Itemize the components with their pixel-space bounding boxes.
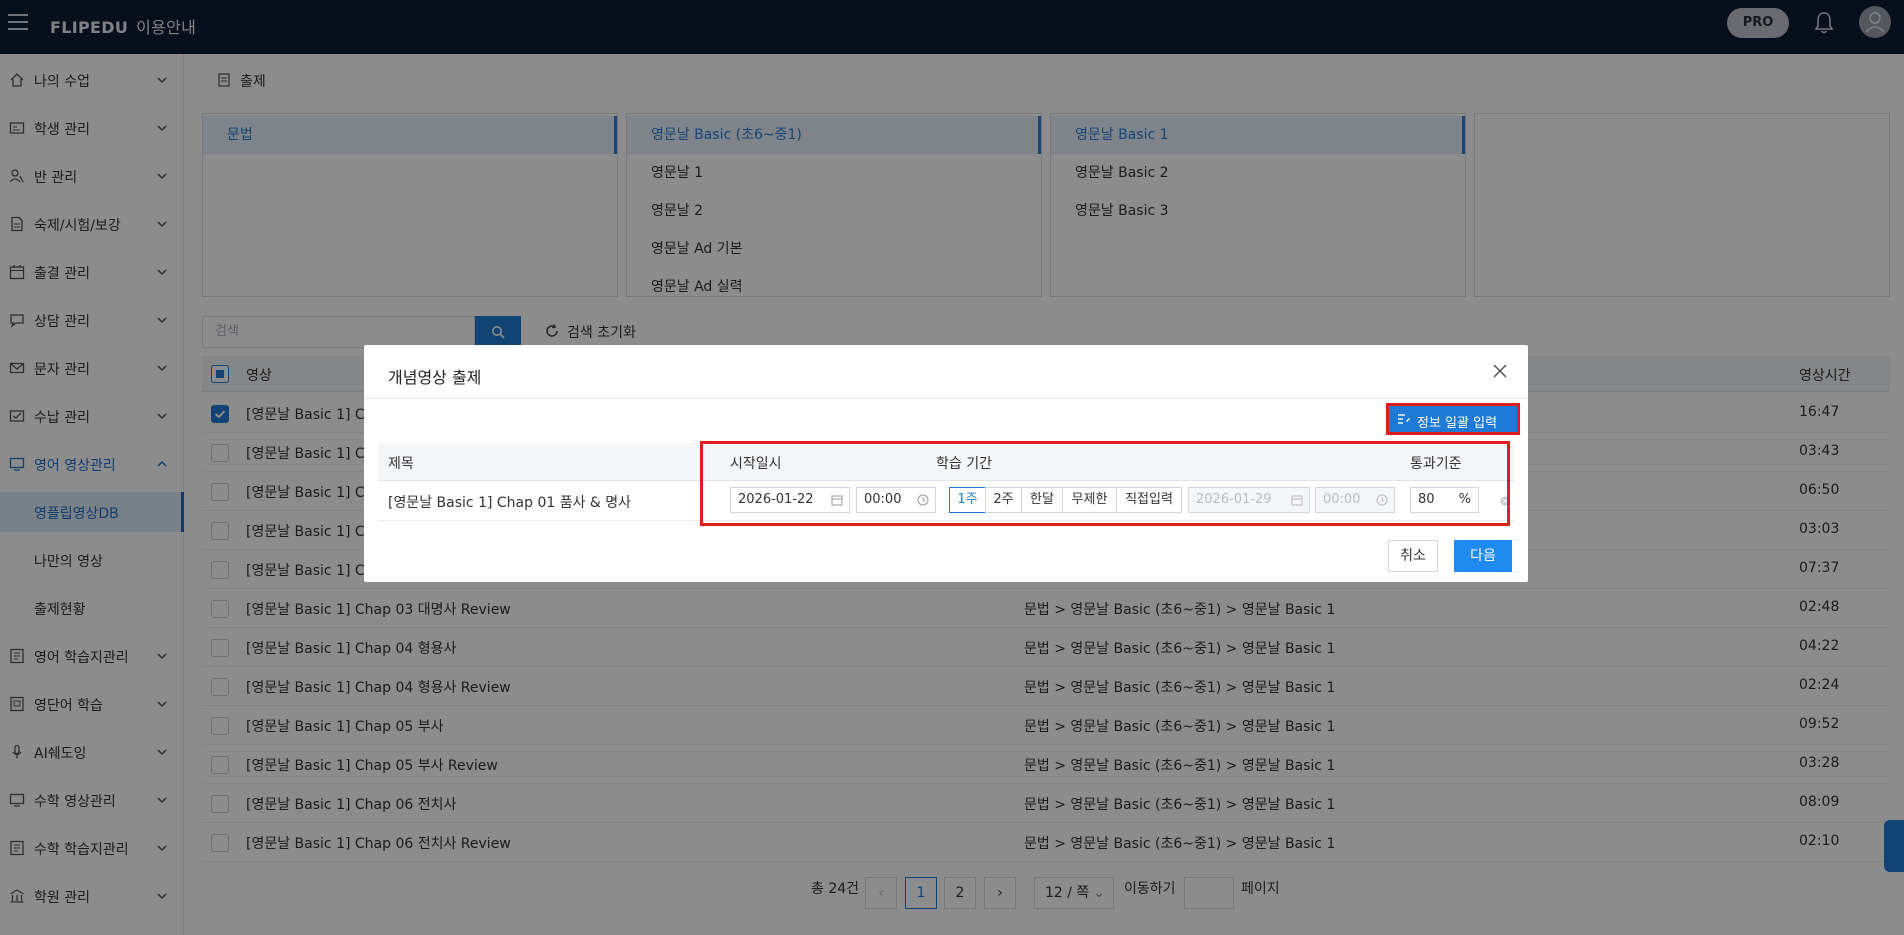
bulk-input-label: 정보 일괄 입력 — [1417, 416, 1498, 431]
divider — [364, 398, 1528, 399]
highlight-box — [700, 441, 1510, 526]
assign-video-modal: 개념영상 출제 정보 일괄 입력 제목 시작일시 학습 기간 통과기준 [영문날… — [364, 345, 1528, 582]
modal-title: 개념영상 출제 — [388, 368, 482, 387]
row-title: [영문날 Basic 1] Chap 01 품사 & 명사 — [388, 495, 632, 511]
cancel-button[interactable]: 취소 — [1388, 540, 1438, 572]
list-edit-icon — [1398, 414, 1410, 424]
close-icon[interactable] — [1492, 363, 1508, 379]
next-button[interactable]: 다음 — [1454, 540, 1512, 572]
bulk-input-button[interactable]: 정보 일괄 입력 — [1386, 403, 1520, 435]
header-title: 제목 — [388, 456, 414, 472]
